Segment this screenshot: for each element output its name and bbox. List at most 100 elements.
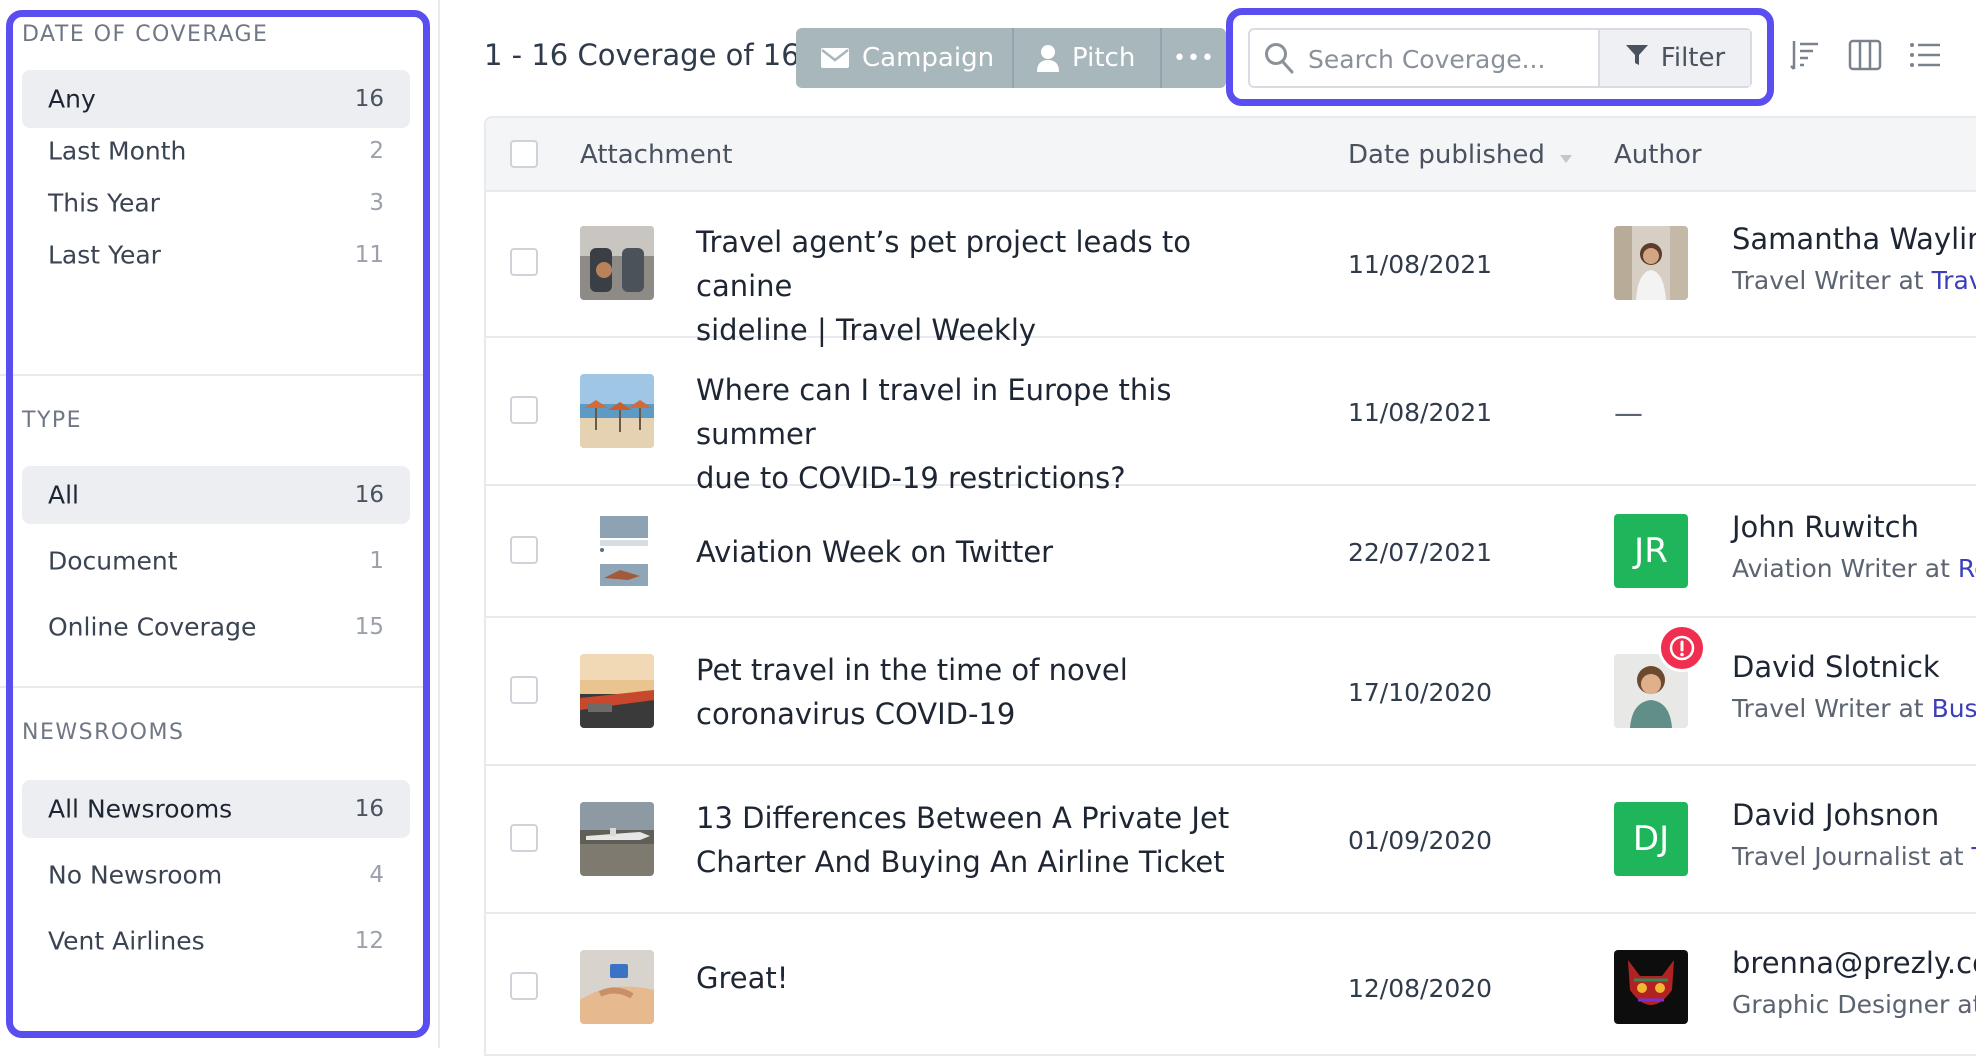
- author-initials-avatar[interactable]: JR: [1614, 514, 1688, 588]
- date-published: 11/08/2021: [1348, 250, 1493, 279]
- filter-count: 16: [354, 482, 384, 508]
- exclamation-icon[interactable]: [1658, 624, 1706, 672]
- table-row[interactable]: Where can I travel in Europe this summer…: [486, 338, 1976, 495]
- attachment-thumbnail[interactable]: [580, 802, 654, 876]
- campaign-button[interactable]: Campaign: [796, 28, 1012, 88]
- table-row[interactable]: Travel agent’s pet project leads to cani…: [486, 190, 1976, 347]
- filter-label: Filter: [1660, 43, 1726, 73]
- attachment-thumbnail[interactable]: [580, 514, 654, 588]
- filter-count: 1: [369, 548, 384, 574]
- filter-date-this-year[interactable]: This Year 3: [22, 174, 410, 232]
- filter-button[interactable]: Filter: [1598, 30, 1750, 86]
- author-name[interactable]: David Slotnick: [1732, 650, 1940, 684]
- column-date-label: Date published: [1348, 140, 1545, 170]
- author-initials-avatar[interactable]: DJ: [1614, 802, 1688, 876]
- filter-label: All Newsrooms: [48, 794, 233, 824]
- filter-label: Document: [48, 546, 178, 576]
- row-checkbox[interactable]: [510, 248, 538, 276]
- filter-count: 2: [369, 138, 384, 164]
- date-published: 22/07/2021: [1348, 538, 1493, 567]
- table-row[interactable]: Aviation Week on Twitter 22/07/2021 JR J…: [486, 486, 1976, 618]
- column-author[interactable]: Author: [1614, 140, 1702, 170]
- filter-date-any[interactable]: Any 16: [22, 70, 410, 128]
- select-all-checkbox[interactable]: [510, 140, 538, 168]
- filter-date-last-year[interactable]: Last Year 11: [22, 226, 410, 284]
- row-checkbox[interactable]: [510, 676, 538, 704]
- filter-count: 16: [354, 796, 384, 822]
- attachment-thumbnail[interactable]: [580, 226, 654, 300]
- title-line: Travel agent’s pet project leads to cani…: [696, 225, 1191, 303]
- column-attachment[interactable]: Attachment: [580, 140, 732, 170]
- filter-sidebar: DATE OF COVERAGE Any 16 Last Month 2 Thi…: [0, 0, 440, 1048]
- author-role: Travel Writer at Trav: [1732, 266, 1976, 295]
- coverage-title[interactable]: Pet travel in the time of novel coronavi…: [696, 648, 1296, 736]
- sort-icon[interactable]: [1790, 38, 1822, 78]
- filter-type-all[interactable]: All 16: [22, 466, 410, 524]
- filter-newsroom-none[interactable]: No Newsroom 4: [22, 846, 410, 904]
- coverage-title[interactable]: 13 Differences Between A Private Jet Cha…: [696, 796, 1296, 884]
- row-checkbox[interactable]: [510, 824, 538, 852]
- filter-label: Last Month: [48, 136, 187, 166]
- author-avatar[interactable]: [1614, 226, 1688, 300]
- filter-label: Vent Airlines: [48, 926, 205, 956]
- author-name[interactable]: brenna@prezly.co: [1732, 946, 1976, 980]
- author-role-text: Aviation Writer at: [1732, 554, 1958, 583]
- author-role: Travel Writer at Busi: [1732, 694, 1976, 723]
- filter-type-document[interactable]: Document 1: [22, 532, 410, 590]
- coverage-title[interactable]: Great!: [696, 956, 1296, 1000]
- filter-newsroom-all[interactable]: All Newsrooms 16: [22, 780, 410, 838]
- newsrooms-title: NEWSROOMS: [22, 720, 185, 745]
- filter-label: No Newsroom: [48, 860, 223, 890]
- author-avatar[interactable]: [1614, 950, 1688, 1024]
- result-count: 1 - 16 Coverage of 16: [484, 38, 800, 72]
- attachment-thumbnail[interactable]: [580, 950, 654, 1024]
- table-row[interactable]: Great! 12/08/2020 brenna@prezly.co Graph…: [486, 914, 1976, 1054]
- column-date-published[interactable]: Date published: [1348, 140, 1573, 171]
- pitch-button[interactable]: Pitch: [1014, 28, 1160, 88]
- filter-label: Online Coverage: [48, 612, 257, 642]
- search-icon: [1264, 42, 1294, 78]
- title-line: Where can I travel in Europe this summer: [696, 373, 1172, 451]
- author-name[interactable]: John Ruwitch: [1732, 510, 1919, 544]
- author-org-link[interactable]: Re: [1958, 554, 1976, 583]
- more-actions-button[interactable]: •••: [1162, 28, 1226, 88]
- coverage-title[interactable]: Travel agent’s pet project leads to cani…: [696, 220, 1296, 352]
- filter-count: 16: [354, 86, 384, 112]
- campaign-label: Campaign: [862, 43, 995, 73]
- attachment-thumbnail[interactable]: [580, 374, 654, 448]
- coverage-title[interactable]: Where can I travel in Europe this summer…: [696, 368, 1296, 500]
- title-line: Pet travel in the time of novel: [696, 653, 1128, 687]
- coverage-title[interactable]: Aviation Week on Twitter: [696, 530, 1296, 574]
- author-empty-placeholder: —: [1614, 396, 1643, 430]
- filter-count: 3: [369, 190, 384, 216]
- author-org-link[interactable]: T: [1972, 842, 1976, 871]
- search-input[interactable]: [1306, 36, 1590, 82]
- filter-type-online-coverage[interactable]: Online Coverage 15: [22, 598, 410, 656]
- table-header: Attachment Date published Author: [486, 118, 1976, 192]
- more-dots-icon: •••: [1173, 45, 1215, 71]
- filter-label: This Year: [48, 188, 160, 218]
- attachment-thumbnail[interactable]: [580, 654, 654, 728]
- coverage-table: Attachment Date published Author Travel …: [484, 116, 1976, 1056]
- row-checkbox[interactable]: [510, 972, 538, 1000]
- columns-icon[interactable]: [1848, 38, 1882, 78]
- date-published: 11/08/2021: [1348, 398, 1493, 427]
- author-name[interactable]: Samantha Waylin: [1732, 222, 1976, 256]
- person-icon: [1036, 44, 1060, 72]
- row-checkbox[interactable]: [510, 396, 538, 424]
- table-row[interactable]: 13 Differences Between A Private Jet Cha…: [486, 766, 1976, 914]
- filter-date-last-month[interactable]: Last Month 2: [22, 122, 410, 180]
- funnel-icon: [1625, 43, 1649, 74]
- author-org-link[interactable]: Trav: [1932, 266, 1976, 295]
- filter-newsroom-vent-airlines[interactable]: Vent Airlines 12: [22, 912, 410, 970]
- author-role-text: Travel Journalist at: [1732, 842, 1972, 871]
- author-name[interactable]: David Johsnon: [1732, 798, 1939, 832]
- row-checkbox[interactable]: [510, 536, 538, 564]
- filter-label: All: [48, 480, 79, 510]
- author-org-link[interactable]: Busi: [1932, 694, 1976, 723]
- envelope-icon: [820, 47, 850, 69]
- pitch-label: Pitch: [1072, 43, 1136, 73]
- list-icon[interactable]: [1908, 38, 1942, 78]
- title-line: Charter And Buying An Airline Ticket: [696, 845, 1225, 879]
- table-row[interactable]: Pet travel in the time of novel coronavi…: [486, 618, 1976, 766]
